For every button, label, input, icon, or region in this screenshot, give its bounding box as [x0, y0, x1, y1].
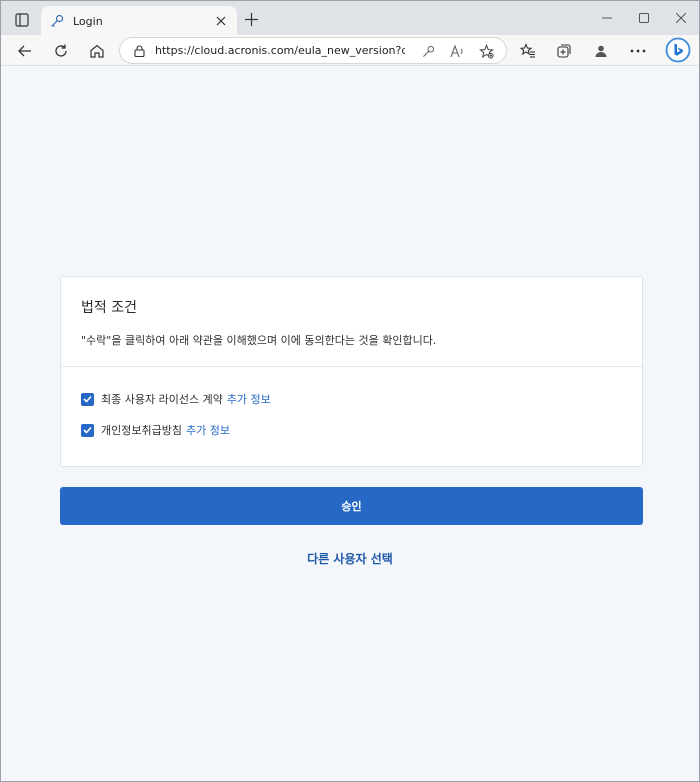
- new-tab-button[interactable]: [241, 9, 261, 29]
- favorites-icon: [520, 43, 535, 58]
- minimize-icon: [602, 17, 612, 19]
- more-icon: [630, 49, 646, 53]
- checkmark-icon: [83, 395, 92, 403]
- privacy-checkbox[interactable]: [81, 423, 94, 437]
- address-bar[interactable]: https://cloud.acronis.com/eula_new_versi…: [119, 37, 507, 64]
- tab-actions-icon: [15, 13, 29, 27]
- eula-more-info-link[interactable]: 추가 정보: [227, 391, 271, 407]
- close-tab-icon[interactable]: [213, 13, 229, 29]
- home-button[interactable]: [84, 38, 110, 64]
- checkmark-icon: [83, 426, 92, 434]
- favorites-button[interactable]: [515, 38, 541, 64]
- arrow-left-icon: [18, 45, 31, 57]
- tab-strip: Login: [1, 1, 699, 36]
- legal-terms-card: 법적 조건 "수락"을 클릭하여 아래 약관을 이해했으며 이에 동의한다는 것…: [60, 276, 643, 467]
- collections-button[interactable]: [551, 38, 577, 64]
- minimize-button[interactable]: [597, 8, 617, 28]
- profile-button[interactable]: [588, 38, 614, 64]
- back-button[interactable]: [12, 38, 38, 64]
- privacy-label: 개인정보취급방침: [101, 424, 182, 437]
- eula-label: 최종 사용자 라이선스 계약: [101, 393, 223, 406]
- key-icon[interactable]: [419, 42, 437, 60]
- tab-title: Login: [73, 14, 103, 28]
- maximize-button[interactable]: [634, 8, 654, 28]
- maximize-icon: [639, 13, 649, 23]
- tab-actions-button[interactable]: [9, 7, 35, 33]
- refresh-icon: [55, 44, 67, 57]
- collections-icon: [557, 44, 571, 58]
- read-aloud-icon[interactable]: [448, 42, 466, 60]
- card-title: 법적 조건: [81, 300, 137, 316]
- close-window-button[interactable]: [671, 8, 691, 28]
- page-content: 법적 조건 "수락"을 클릭하여 아래 약관을 이해했으며 이에 동의한다는 것…: [1, 67, 699, 781]
- key-icon: [49, 13, 65, 29]
- choose-other-user-link[interactable]: 다른 사용자 선택: [1, 550, 699, 567]
- browser-window: Login https://cloud.acronis.com/eula_new…: [0, 0, 700, 782]
- divider: [61, 366, 642, 367]
- tab-login[interactable]: Login: [41, 6, 237, 36]
- approve-button[interactable]: 승인: [60, 487, 643, 525]
- browser-toolbar: https://cloud.acronis.com/eula_new_versi…: [1, 35, 699, 66]
- eula-checkbox[interactable]: [81, 392, 94, 406]
- bing-icon: [665, 37, 691, 63]
- profile-icon: [595, 45, 607, 57]
- bing-chat-button[interactable]: [664, 36, 692, 64]
- more-options-button[interactable]: [625, 38, 651, 64]
- card-description: "수락"을 클릭하여 아래 약관을 이해했으며 이에 동의한다는 것을 확인합니…: [81, 334, 437, 347]
- home-icon: [90, 44, 104, 58]
- eula-checkbox-row: 최종 사용자 라이선스 계약 추가 정보: [81, 391, 271, 407]
- url-text: https://cloud.acronis.com/eula_new_versi…: [155, 44, 405, 57]
- plus-icon: [244, 12, 258, 26]
- lock-icon: [134, 44, 145, 57]
- privacy-checkbox-row: 개인정보취급방침 추가 정보: [81, 422, 230, 438]
- refresh-button[interactable]: [48, 38, 74, 64]
- privacy-more-info-link[interactable]: 추가 정보: [186, 422, 230, 438]
- add-favorite-icon[interactable]: [477, 42, 495, 60]
- close-icon: [676, 13, 686, 23]
